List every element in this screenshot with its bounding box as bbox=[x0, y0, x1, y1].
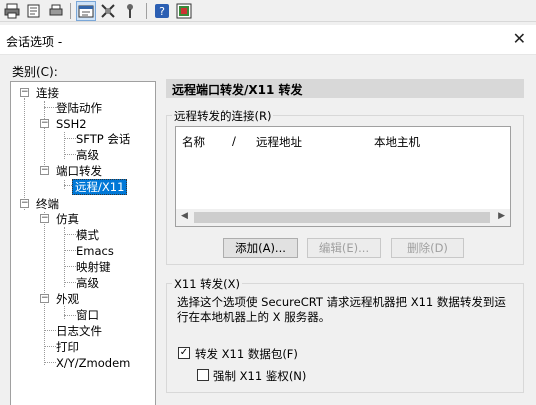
keymap-icon[interactable] bbox=[120, 1, 140, 21]
help-icon[interactable]: ? bbox=[152, 1, 172, 21]
scroll-right-icon[interactable]: ▶ bbox=[498, 211, 505, 221]
tree-guide-line bbox=[64, 306, 65, 319]
horizontal-scrollbar[interactable]: ◀ ▶ bbox=[176, 209, 510, 226]
tree-item-print[interactable]: 打印 bbox=[56, 340, 79, 354]
tree-guide-line bbox=[64, 315, 76, 316]
force-x11-auth-label: 强制 X11 鉴权(N) bbox=[213, 369, 307, 383]
tree-item-login-action[interactable]: 登陆动作 bbox=[56, 101, 102, 115]
category-tree[interactable]: − − − − − − 连接 登陆动作 SSH2 SFTP 会话 高级 端口转发… bbox=[10, 81, 156, 405]
tree-collapse-icon[interactable]: − bbox=[40, 119, 49, 128]
tree-item-emacs[interactable]: Emacs bbox=[76, 244, 114, 258]
close-icon[interactable]: ✕ bbox=[513, 30, 526, 48]
tree-guide-line bbox=[44, 362, 56, 363]
tree-collapse-icon[interactable]: − bbox=[40, 214, 49, 223]
tree-collapse-icon[interactable]: − bbox=[20, 88, 29, 97]
tree-item-log-file[interactable]: 日志文件 bbox=[56, 324, 102, 338]
tree-item-terminal[interactable]: 终端 bbox=[36, 197, 59, 211]
tree-guide-line bbox=[64, 266, 76, 267]
tree-guide-line bbox=[64, 250, 76, 251]
tree-guide-line bbox=[64, 227, 65, 287]
forward-x11-label: 转发 X11 数据包(F) bbox=[195, 347, 298, 361]
tree-collapse-icon[interactable]: − bbox=[40, 166, 49, 175]
tree-guide-line bbox=[24, 98, 25, 210]
dialog-titlebar: 会话选项 - ✕ bbox=[0, 25, 536, 55]
tree-item-mapped-keys[interactable]: 映射键 bbox=[76, 260, 111, 274]
scroll-left-icon[interactable]: ◀ bbox=[181, 211, 188, 221]
sort-indicator: / bbox=[232, 134, 236, 148]
remote-forward-group-title: 远程转发的连接(R) bbox=[172, 108, 274, 124]
printer-icon[interactable] bbox=[46, 1, 66, 21]
print-setup-icon[interactable] bbox=[24, 1, 44, 21]
tree-guide-line bbox=[44, 212, 45, 365]
tree-item-emulation[interactable]: 仿真 bbox=[56, 212, 79, 226]
tree-guide-line bbox=[64, 185, 72, 186]
tree-guide-line bbox=[64, 282, 76, 283]
tree-guide-line bbox=[64, 154, 76, 155]
tree-guide-line bbox=[44, 346, 56, 347]
toolbar: ? bbox=[0, 0, 536, 22]
panel-title: 远程端口转发/X11 转发 bbox=[172, 83, 303, 97]
tree-collapse-icon[interactable]: − bbox=[20, 199, 29, 208]
tree-item-mode[interactable]: 模式 bbox=[76, 228, 99, 242]
print-icon[interactable] bbox=[2, 1, 22, 21]
tree-item-ssh2[interactable]: SSH2 bbox=[56, 117, 87, 131]
global-options-icon[interactable] bbox=[98, 1, 118, 21]
tree-item-ssh2-advanced[interactable]: 高级 bbox=[76, 148, 99, 162]
tree-guide-line bbox=[44, 107, 56, 108]
tree-guide-line bbox=[64, 138, 76, 139]
tree-item-window[interactable]: 窗口 bbox=[76, 308, 99, 322]
category-label: 类别(C): bbox=[12, 65, 58, 79]
tree-guide-line bbox=[44, 330, 56, 331]
toolbar-separator bbox=[146, 3, 147, 19]
checkmark-icon: ✓ bbox=[179, 347, 189, 358]
scrollbar-thumb[interactable] bbox=[194, 212, 490, 223]
about-icon[interactable] bbox=[174, 1, 194, 21]
tree-collapse-icon[interactable]: − bbox=[40, 294, 49, 303]
tree-item-sftp-session[interactable]: SFTP 会话 bbox=[76, 132, 130, 146]
tree-item-connection[interactable]: 连接 bbox=[36, 86, 59, 100]
add-button[interactable]: 添加(A)... bbox=[223, 238, 298, 258]
tree-guide-line bbox=[44, 101, 45, 175]
x11-forward-group-title: X11 转发(X) bbox=[172, 276, 243, 292]
force-x11-auth-checkbox[interactable] bbox=[197, 369, 209, 381]
x11-description: 选择这个选项使 SecureCRT 请求远程机器把 X11 数据转发到运行在本地… bbox=[177, 295, 506, 324]
tree-item-emulation-advanced[interactable]: 高级 bbox=[76, 276, 99, 290]
tree-item-xyz-modem[interactable]: X/Y/Zmodem bbox=[56, 356, 130, 370]
column-header-local-host[interactable]: 本地主机 bbox=[374, 134, 420, 150]
tree-item-remote-x11[interactable]: 远程/X11 bbox=[72, 179, 128, 195]
column-header-name[interactable]: 名称 bbox=[182, 134, 205, 150]
forward-x11-checkbox[interactable]: ✓ bbox=[178, 347, 190, 359]
tree-item-appearance[interactable]: 外观 bbox=[56, 292, 79, 306]
remote-forward-list[interactable]: 名称 / 远程地址 本地主机 ◀ ▶ bbox=[175, 126, 511, 227]
column-header-remote-address[interactable]: 远程地址 bbox=[256, 134, 302, 150]
edit-button[interactable]: 编辑(E)... bbox=[307, 238, 381, 258]
panel-header: 远程端口转发/X11 转发 bbox=[166, 79, 524, 98]
tree-guide-line bbox=[64, 234, 76, 235]
delete-button[interactable]: 删除(D) bbox=[391, 238, 464, 258]
svg-text:?: ? bbox=[159, 5, 165, 18]
dialog-title: 会话选项 - bbox=[6, 35, 63, 49]
toolbar-separator bbox=[70, 3, 71, 19]
session-options-icon[interactable] bbox=[76, 1, 96, 21]
tree-item-port-forward[interactable]: 端口转发 bbox=[56, 164, 102, 178]
